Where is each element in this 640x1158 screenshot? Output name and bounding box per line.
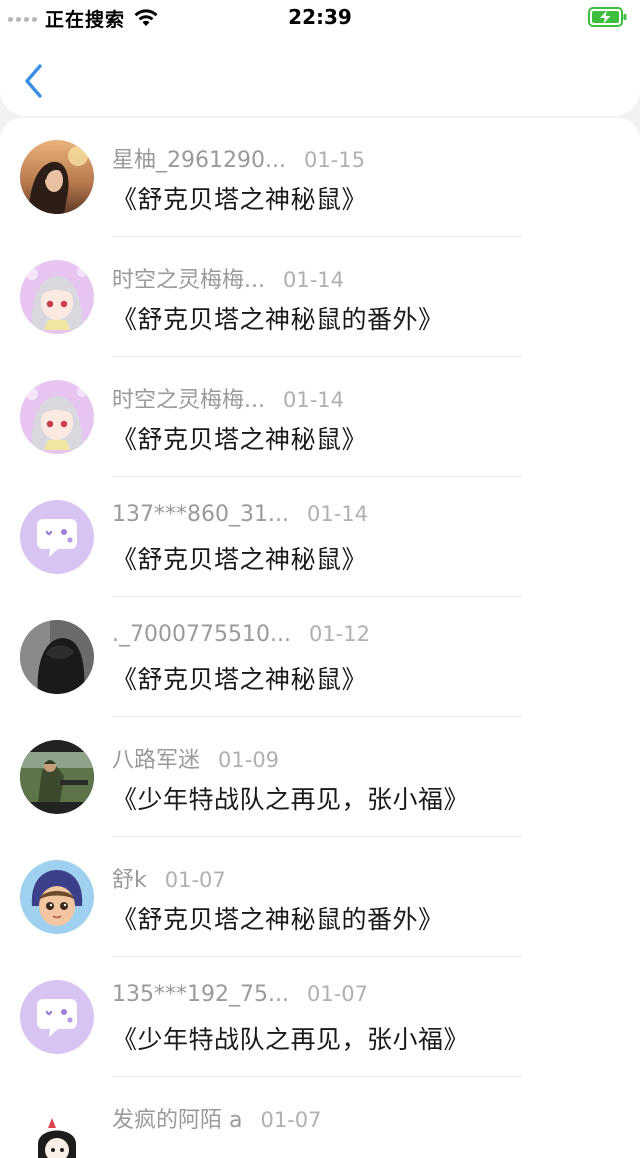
divider xyxy=(112,356,522,357)
work-title[interactable]: 《少年特战队之再见，张小福》 xyxy=(112,780,469,816)
item-meta: 发疯的阿陌 a 01-07 xyxy=(112,1102,322,1134)
date: 01-14 xyxy=(282,388,345,412)
divider xyxy=(112,956,522,957)
item-meta: 时空之灵梅梅... 01-14 xyxy=(112,262,344,294)
work-title[interactable]: 《舒克贝塔之神秘鼠的番外》 xyxy=(112,300,444,336)
username[interactable]: 时空之灵梅梅... xyxy=(112,262,265,294)
username[interactable]: ._7000775510... xyxy=(112,622,291,647)
avatar[interactable] xyxy=(20,500,94,574)
item-meta: 135***192_75... 01-07 xyxy=(112,982,368,1007)
item-meta: 137***860_31... 01-14 xyxy=(112,502,368,527)
list-item[interactable]: 舒k 01-07 《舒克贝塔之神秘鼠的番外》 xyxy=(0,838,640,958)
list-item[interactable]: 八路军迷 01-09 《少年特战队之再见，张小福》 xyxy=(0,718,640,838)
list-item[interactable]: 135***192_75... 01-07 《少年特战队之再见，张小福》 xyxy=(0,958,640,1078)
divider xyxy=(112,596,522,597)
avatar[interactable] xyxy=(20,1100,94,1158)
work-title[interactable]: 《少年特战队之再见，张小福》 xyxy=(112,1020,469,1056)
list-item[interactable]: 星柚_2961290... 01-15 《舒克贝塔之神秘鼠》 xyxy=(0,118,640,238)
username[interactable]: 135***192_75... xyxy=(112,982,289,1007)
date: 01-15 xyxy=(303,148,365,172)
list-item[interactable]: 发疯的阿陌 a 01-07 xyxy=(0,1078,640,1158)
list-item[interactable]: 时空之灵梅梅... 01-14 《舒克贝塔之神秘鼠的番外》 xyxy=(0,238,640,358)
work-title[interactable]: 《舒克贝塔之神秘鼠的番外》 xyxy=(112,900,444,936)
date: 01-07 xyxy=(260,1108,322,1132)
item-meta: 舒k 01-07 xyxy=(112,862,226,894)
work-title[interactable]: 《舒克贝塔之神秘鼠》 xyxy=(112,420,367,456)
divider xyxy=(112,476,522,477)
list-item[interactable]: 137***860_31... 01-14 《舒克贝塔之神秘鼠》 xyxy=(0,478,640,598)
work-title[interactable]: 《舒克贝塔之神秘鼠》 xyxy=(112,660,367,696)
nav-bar xyxy=(0,36,640,116)
date: 01-14 xyxy=(282,268,345,292)
item-meta: 八路军迷 01-09 xyxy=(112,742,279,774)
list-item[interactable]: 时空之灵梅梅... 01-14 《舒克贝塔之神秘鼠》 xyxy=(0,358,640,478)
avatar[interactable] xyxy=(20,260,94,334)
username[interactable]: 舒k xyxy=(112,862,147,894)
divider xyxy=(112,716,522,717)
clock: 22:39 xyxy=(288,5,352,29)
avatar[interactable] xyxy=(20,140,94,214)
date: 01-07 xyxy=(164,868,226,892)
avatar[interactable] xyxy=(20,620,94,694)
date: 01-07 xyxy=(306,982,368,1006)
date: 01-14 xyxy=(306,502,368,526)
list-item[interactable]: ._7000775510... 01-12 《舒克贝塔之神秘鼠》 xyxy=(0,598,640,718)
status-bar: 正在搜索 22:39 xyxy=(0,0,640,36)
work-title[interactable]: 《舒克贝塔之神秘鼠》 xyxy=(112,540,367,576)
item-meta: 星柚_2961290... 01-15 xyxy=(112,142,365,174)
avatar[interactable] xyxy=(20,860,94,934)
item-meta: ._7000775510... 01-12 xyxy=(112,622,370,647)
comment-list: 星柚_2961290... 01-15 《舒克贝塔之神秘鼠》 时空之灵梅梅...… xyxy=(0,118,640,1158)
item-meta: 时空之灵梅梅... 01-14 xyxy=(112,382,344,414)
username[interactable]: 发疯的阿陌 a xyxy=(112,1102,242,1134)
username[interactable]: 八路军迷 xyxy=(112,742,200,774)
username[interactable]: 星柚_2961290... xyxy=(112,142,286,174)
avatar[interactable] xyxy=(20,980,94,1054)
date: 01-12 xyxy=(308,622,370,646)
divider xyxy=(112,236,522,237)
avatar[interactable] xyxy=(20,380,94,454)
avatar[interactable] xyxy=(20,740,94,814)
date: 01-09 xyxy=(218,748,280,772)
divider xyxy=(112,836,522,837)
chevron-left-icon xyxy=(25,64,42,98)
username[interactable]: 137***860_31... xyxy=(112,502,289,527)
work-title[interactable]: 《舒克贝塔之神秘鼠》 xyxy=(112,180,367,216)
battery-charging-icon xyxy=(588,7,628,31)
username[interactable]: 时空之灵梅梅... xyxy=(112,382,265,414)
divider xyxy=(112,1076,522,1077)
back-button[interactable] xyxy=(18,58,54,102)
